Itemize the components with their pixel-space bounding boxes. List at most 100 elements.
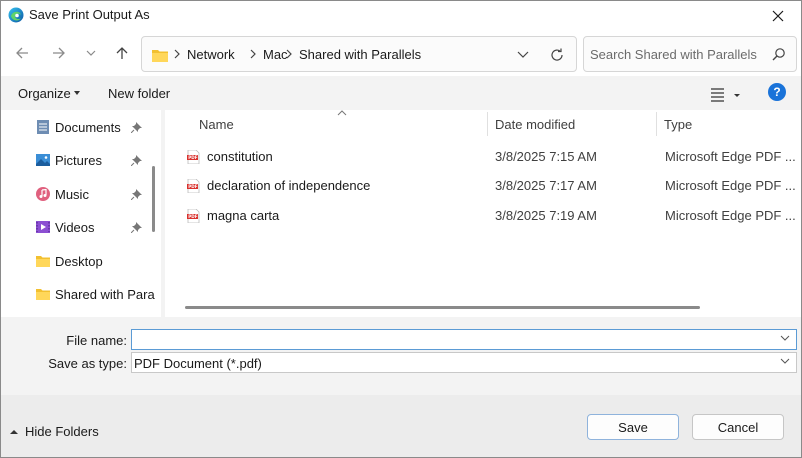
- search-box[interactable]: Search Shared with Parallels: [583, 36, 797, 72]
- videos-icon: [36, 221, 50, 233]
- organize-button[interactable]: Organize: [18, 86, 71, 101]
- forward-button[interactable]: [48, 42, 70, 64]
- file-name: declaration of independence: [207, 178, 371, 193]
- file-name: constitution: [207, 149, 273, 164]
- pin-icon: [131, 189, 142, 200]
- chevron-up-icon: [10, 429, 18, 434]
- dialog-footer: [1, 395, 801, 457]
- title-bar: Save Print Output As: [1, 1, 801, 30]
- new-folder-button[interactable]: New folder: [108, 86, 170, 101]
- hide-folders-label: Hide Folders: [25, 424, 99, 439]
- help-button[interactable]: ?: [768, 83, 786, 101]
- window-title: Save Print Output As: [29, 7, 150, 22]
- command-bar: Organize New folder ?: [1, 76, 801, 110]
- chevron-right-icon: [250, 49, 256, 59]
- file-date: 3/8/2025 7:17 AM: [495, 178, 597, 193]
- change-view-button[interactable]: [709, 84, 745, 104]
- svg-text:PDF: PDF: [188, 155, 198, 160]
- pdf-file-icon: PDF: [187, 179, 200, 193]
- music-icon: [36, 187, 50, 201]
- address-bar[interactable]: Network Mac Shared with Parallels: [141, 36, 577, 72]
- navigation-pane: Documents Pictures Music Videos Desktop …: [1, 110, 161, 317]
- chevron-right-icon: [286, 49, 292, 59]
- file-name-input[interactable]: [132, 330, 772, 349]
- nav-item-documents[interactable]: Documents: [1, 112, 151, 142]
- pictures-icon: [36, 154, 50, 166]
- address-history-dropdown[interactable]: [512, 46, 534, 64]
- file-date: 3/8/2025 7:15 AM: [495, 149, 597, 164]
- pdf-file-icon: PDF: [187, 150, 200, 164]
- nav-item-pictures[interactable]: Pictures: [1, 145, 151, 175]
- file-type: Microsoft Edge PDF ...: [665, 178, 796, 193]
- back-button[interactable]: [11, 42, 33, 64]
- up-button[interactable]: [111, 42, 133, 64]
- breadcrumb-network[interactable]: Network: [187, 47, 235, 62]
- chevron-right-icon: [174, 49, 180, 59]
- pdf-file-icon: PDF: [187, 209, 200, 223]
- file-date: 3/8/2025 7:19 AM: [495, 208, 597, 223]
- chevron-down-icon: [86, 50, 96, 56]
- recent-locations-button[interactable]: [80, 42, 102, 64]
- column-header-label: Name: [199, 117, 234, 132]
- list-view-icon: [711, 88, 740, 102]
- file-name-label: File name:: [66, 333, 127, 348]
- horizontal-scrollbar[interactable]: [185, 306, 700, 309]
- search-icon: [772, 48, 785, 61]
- save-as-type-select[interactable]: PDF Document (*.pdf): [131, 352, 797, 373]
- nav-item-label: Pictures: [55, 153, 102, 168]
- folder-icon: [152, 48, 168, 65]
- nav-item-label: Videos: [55, 220, 95, 235]
- file-name: magna carta: [207, 208, 280, 223]
- column-header-label: Date modified: [495, 117, 576, 132]
- file-name-field[interactable]: [131, 329, 797, 350]
- column-header-date-modified[interactable]: Date modified: [488, 110, 656, 138]
- pin-icon: [131, 222, 142, 233]
- save-button[interactable]: Save: [587, 414, 679, 440]
- nav-item-label: Music: [55, 187, 89, 202]
- chevron-down-icon[interactable]: [780, 335, 790, 341]
- close-button[interactable]: [755, 1, 801, 30]
- folder-icon: [36, 256, 50, 267]
- refresh-icon: [551, 48, 563, 61]
- column-header-label: Type: [664, 117, 693, 132]
- file-type: Microsoft Edge PDF ...: [665, 208, 796, 223]
- hide-folders-button[interactable]: Hide Folders: [9, 424, 99, 439]
- nav-item-desktop[interactable]: Desktop: [1, 246, 151, 276]
- arrow-left-icon: [16, 47, 28, 59]
- navigation-scrollbar[interactable]: [152, 166, 155, 232]
- file-list: Name Date modified Type PDF constitution…: [165, 110, 801, 317]
- column-header-type[interactable]: Type: [657, 110, 801, 138]
- close-icon: [772, 10, 784, 21]
- file-row[interactable]: PDF magna carta 3/8/2025 7:19 AM Microso…: [165, 202, 801, 230]
- svg-text:PDF: PDF: [188, 214, 198, 219]
- nav-item-shared-with-parallels[interactable]: Shared with Para: [1, 279, 155, 309]
- pin-icon: [131, 155, 142, 166]
- chevron-down-icon: [517, 51, 529, 58]
- nav-item-label: Documents: [55, 120, 121, 135]
- nav-item-label: Desktop: [55, 254, 103, 269]
- breadcrumb-mac[interactable]: Mac: [263, 47, 288, 62]
- save-as-type-label: Save as type:: [48, 356, 127, 371]
- save-dialog: Save Print Output As Network Mac Shared …: [0, 0, 802, 458]
- save-as-type-value: PDF Document (*.pdf): [134, 356, 262, 371]
- column-header-name[interactable]: Name: [165, 110, 487, 138]
- nav-item-music[interactable]: Music: [1, 179, 151, 209]
- dropdown-arrow-icon: [74, 91, 80, 95]
- nav-item-videos[interactable]: Videos: [1, 212, 151, 242]
- breadcrumb-shared-with-parallels[interactable]: Shared with Parallels: [299, 47, 421, 62]
- file-row[interactable]: PDF declaration of independence 3/8/2025…: [165, 172, 801, 200]
- search-input[interactable]: Search Shared with Parallels: [590, 47, 757, 62]
- chevron-down-icon: [780, 358, 790, 364]
- refresh-button[interactable]: [546, 44, 568, 66]
- arrow-right-icon: [53, 47, 65, 59]
- nav-item-label: Shared with Para: [55, 287, 155, 302]
- file-row[interactable]: PDF constitution 3/8/2025 7:15 AM Micros…: [165, 143, 801, 171]
- svg-text:PDF: PDF: [188, 184, 198, 189]
- file-type: Microsoft Edge PDF ...: [665, 149, 796, 164]
- edge-icon: [8, 7, 24, 23]
- address-row: Network Mac Shared with Parallels Search…: [1, 30, 801, 76]
- cancel-button[interactable]: Cancel: [692, 414, 784, 440]
- pin-icon: [131, 122, 142, 133]
- arrow-up-icon: [116, 47, 128, 59]
- folder-icon: [36, 289, 50, 300]
